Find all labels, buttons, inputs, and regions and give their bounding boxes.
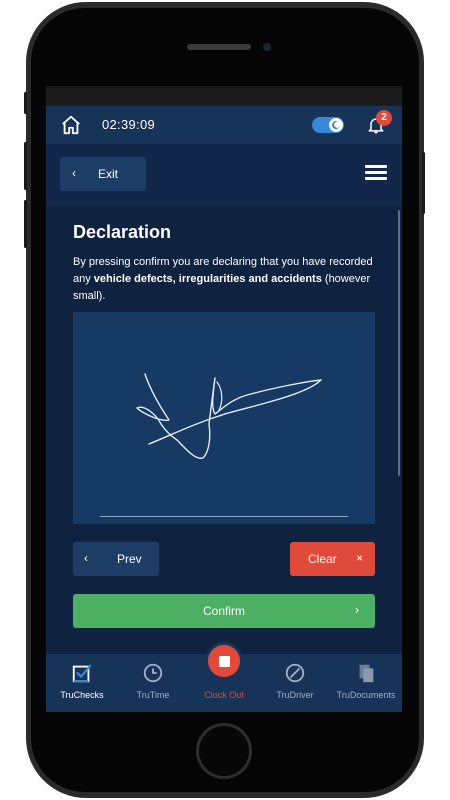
declaration-text-bold: vehicle defects, irregularities and acci…	[93, 273, 322, 285]
app-header: 02:39:09 2	[46, 106, 402, 144]
nav-item-trudocuments[interactable]: TruDocuments	[334, 654, 398, 712]
declaration-panel: Declaration By pressing confirm you are …	[46, 206, 402, 654]
toggle-knob	[329, 118, 343, 132]
confirm-button[interactable]: Confirm ›	[73, 594, 375, 628]
chevron-right-icon: ›	[355, 603, 359, 617]
nav-item-truchecks[interactable]: TruChecks	[52, 654, 112, 712]
exit-label: Exit	[98, 167, 119, 181]
signature-baseline	[100, 516, 348, 517]
nav-label: TruDriver	[276, 690, 314, 700]
clock-out-button[interactable]	[205, 642, 243, 680]
nav-label: TruDocuments	[336, 690, 396, 700]
hamburger-menu-icon[interactable]	[365, 165, 387, 181]
home-button[interactable]	[196, 723, 252, 779]
chevron-left-icon: ‹	[72, 166, 76, 180]
declaration-text: By pressing confirm you are declaring th…	[73, 254, 373, 305]
chevron-left-icon: ‹	[84, 551, 88, 565]
scrollbar[interactable]	[398, 210, 400, 476]
clear-label: Clear	[308, 552, 337, 566]
home-icon[interactable]	[60, 114, 82, 136]
page-title: Declaration	[73, 222, 172, 242]
nav-item-trudriver[interactable]: TruDriver	[264, 654, 326, 712]
nav-label: TruChecks	[60, 690, 104, 700]
speaker	[187, 44, 251, 50]
confirm-label: Confirm	[202, 604, 245, 618]
bottom-nav: TruChecks TruTime Clock Out TruDriver Tr…	[46, 642, 402, 712]
moon-icon	[332, 120, 340, 129]
prev-label: Prev	[117, 552, 142, 566]
close-icon: ×	[356, 551, 364, 565]
checkbox-icon	[72, 664, 92, 683]
clock-icon	[143, 663, 163, 683]
front-camera	[263, 43, 271, 51]
nav-item-trutime[interactable]: TruTime	[122, 654, 184, 712]
side-button	[24, 92, 27, 114]
clear-button[interactable]: Clear ×	[290, 542, 375, 576]
signature-drawing	[136, 373, 322, 459]
side-button	[422, 152, 425, 214]
notification-badge: 2	[376, 110, 392, 126]
stop-icon	[219, 656, 230, 667]
steering-icon	[285, 663, 305, 683]
nav-label: Clock Out	[204, 690, 244, 700]
side-button	[24, 142, 27, 190]
documents-icon	[359, 664, 374, 683]
side-button	[24, 200, 27, 248]
clock-time: 02:39:09	[102, 117, 156, 132]
prev-button[interactable]: ‹ Prev	[73, 542, 159, 576]
dark-mode-toggle[interactable]	[312, 117, 344, 133]
nav-label: TruTime	[136, 690, 170, 700]
status-strip	[46, 86, 402, 106]
topbar: ‹ Exit	[46, 144, 402, 206]
signature-pad[interactable]	[73, 312, 375, 524]
exit-button[interactable]: ‹ Exit	[60, 157, 146, 191]
app-screen: 02:39:09 2 ‹ Exit Declaration By pressin…	[46, 86, 402, 712]
